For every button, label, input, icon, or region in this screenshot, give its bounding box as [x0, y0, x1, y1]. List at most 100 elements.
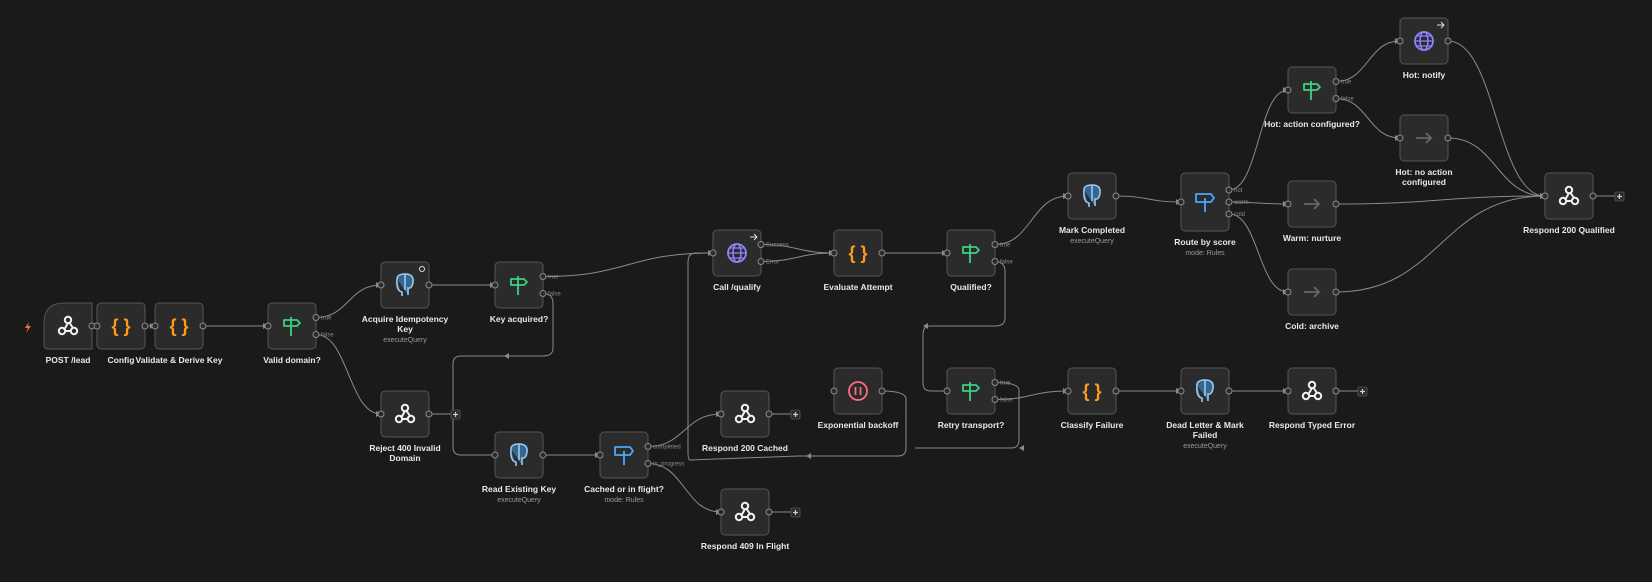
input-port[interactable]: [1396, 134, 1404, 142]
input-port[interactable]: [717, 410, 725, 418]
input-port[interactable]: [596, 451, 604, 459]
output-port[interactable]: [765, 410, 773, 418]
connection-cached-r200c[interactable]: [647, 413, 722, 447]
output-port[interactable]: [1225, 210, 1233, 218]
input-port[interactable]: [151, 322, 159, 330]
node-cold[interactable]: Cold: archive: [1284, 268, 1340, 331]
node-classify[interactable]: { } Classify Failure: [1061, 367, 1124, 430]
connection-validdomain-acquire[interactable]: [315, 284, 382, 318]
connection-qualified-markc[interactable]: [994, 195, 1069, 245]
connection-cold-r200q[interactable]: [1335, 195, 1546, 293]
output-port[interactable]: [1332, 95, 1340, 102]
node-validdomain[interactable]: true false Valid domain?: [263, 302, 334, 365]
output-port[interactable]: [1444, 134, 1452, 142]
output-port[interactable]: [539, 290, 547, 297]
output-port[interactable]: [312, 314, 320, 321]
node-qualified[interactable]: true false Qualified?: [943, 229, 1013, 292]
add-node-button[interactable]: [772, 507, 801, 518]
output-port[interactable]: [1112, 192, 1120, 200]
node-eval[interactable]: { } Evaluate Attempt: [823, 229, 893, 292]
output-port[interactable]: [1589, 192, 1597, 200]
output-port[interactable]: [539, 273, 547, 280]
output-port[interactable]: [1112, 387, 1120, 395]
node-r200q[interactable]: Respond 200 Qualified: [1523, 172, 1615, 235]
output-port[interactable]: [878, 387, 886, 395]
input-port[interactable]: [1396, 37, 1404, 45]
add-node-button[interactable]: [432, 409, 461, 420]
input-port[interactable]: [1177, 387, 1185, 395]
output-port[interactable]: [1332, 288, 1340, 296]
node-warm[interactable]: Warm: nurture: [1283, 180, 1342, 243]
node-post[interactable]: POST /lead: [25, 302, 96, 365]
output-port[interactable]: [878, 249, 886, 257]
node-call[interactable]: Success Error Call /qualify: [709, 229, 789, 292]
node-route[interactable]: hot warm cold Route by score mode: Rules: [1174, 172, 1249, 257]
connection-route-cold[interactable]: [1228, 213, 1289, 293]
output-port[interactable]: [991, 258, 999, 265]
output-port[interactable]: [1332, 200, 1340, 208]
node-cached[interactable]: completed in_progress Cached or in flight?…: [584, 431, 684, 504]
input-port[interactable]: [717, 508, 725, 516]
input-port[interactable]: [264, 322, 272, 330]
output-port[interactable]: [991, 379, 999, 386]
input-port[interactable]: [709, 249, 717, 257]
input-port[interactable]: [1284, 387, 1292, 395]
input-port[interactable]: [830, 387, 838, 395]
connection-route-hotact[interactable]: [1228, 89, 1289, 191]
node-markc[interactable]: Mark Completed executeQuery: [1059, 172, 1125, 245]
node-hotnoaction[interactable]: Hot: no action configured: [1395, 114, 1453, 187]
output-port[interactable]: [1225, 198, 1233, 206]
node-readkey[interactable]: Read Existing Key executeQuery: [482, 431, 556, 504]
output-port[interactable]: [991, 241, 999, 248]
node-r200c[interactable]: Respond 200 Cached: [702, 390, 788, 453]
node-hotnotify[interactable]: Hot: notify: [1396, 17, 1452, 80]
input-port[interactable]: [1541, 192, 1549, 200]
input-port[interactable]: [1284, 288, 1292, 296]
connection-hotnoaction-r200q[interactable]: [1447, 137, 1546, 197]
connection-hotact-hotnotify[interactable]: [1335, 40, 1401, 82]
output-port[interactable]: [312, 331, 320, 338]
node-reject400[interactable]: Reject 400 Invalid Domain: [369, 390, 441, 463]
input-port[interactable]: [1064, 192, 1072, 200]
input-port[interactable]: [1284, 200, 1292, 208]
add-node-button[interactable]: [1339, 386, 1368, 397]
output-port[interactable]: [1225, 186, 1233, 194]
connection-warm-r200q[interactable]: [1335, 195, 1546, 205]
input-port[interactable]: [1177, 198, 1185, 206]
input-port[interactable]: [377, 410, 385, 418]
output-port[interactable]: [757, 258, 765, 265]
output-port[interactable]: [765, 508, 773, 516]
input-port[interactable]: [830, 249, 838, 257]
workflow-canvas[interactable]: POST /lead { } Config { } Validate & Derive …: [0, 0, 1652, 582]
output-port[interactable]: [141, 322, 149, 330]
input-port[interactable]: [943, 249, 951, 257]
input-port[interactable]: [1284, 86, 1292, 94]
output-port[interactable]: [1332, 78, 1340, 85]
input-port[interactable]: [943, 387, 951, 395]
node-acquire[interactable]: Acquire Idempotency Key executeQuery: [362, 261, 449, 344]
input-port[interactable]: [491, 451, 499, 459]
add-node-button[interactable]: [1596, 191, 1625, 202]
node-r409[interactable]: Respond 409 In Flight: [701, 488, 789, 551]
node-deadletter[interactable]: Dead Letter & Mark Failed executeQuery: [1166, 367, 1244, 450]
output-port[interactable]: [539, 451, 547, 459]
output-port[interactable]: [644, 460, 652, 467]
input-port[interactable]: [1064, 387, 1072, 395]
output-port[interactable]: [757, 241, 765, 248]
node-keyacq[interactable]: true false Key acquired?: [490, 261, 562, 324]
add-node-button[interactable]: [772, 409, 801, 420]
output-port[interactable]: [425, 281, 433, 289]
output-port[interactable]: [991, 396, 999, 403]
connection-hotnotify-r200q[interactable]: [1447, 40, 1546, 197]
connection-validdomain-reject400[interactable]: [315, 334, 382, 415]
connection-markc-route[interactable]: [1115, 195, 1182, 203]
output-port[interactable]: [1225, 387, 1233, 395]
node-validate[interactable]: { } Validate & Derive Key: [136, 302, 223, 365]
node-backoff[interactable]: Exponential backoff: [818, 367, 899, 430]
node-rte[interactable]: Respond Typed Error: [1269, 367, 1356, 430]
output-port[interactable]: [1332, 387, 1340, 395]
node-hotact[interactable]: true false Hot: action configured?: [1264, 66, 1360, 129]
output-port[interactable]: [1444, 37, 1452, 45]
output-port[interactable]: [644, 443, 652, 450]
output-port[interactable]: [199, 322, 207, 330]
